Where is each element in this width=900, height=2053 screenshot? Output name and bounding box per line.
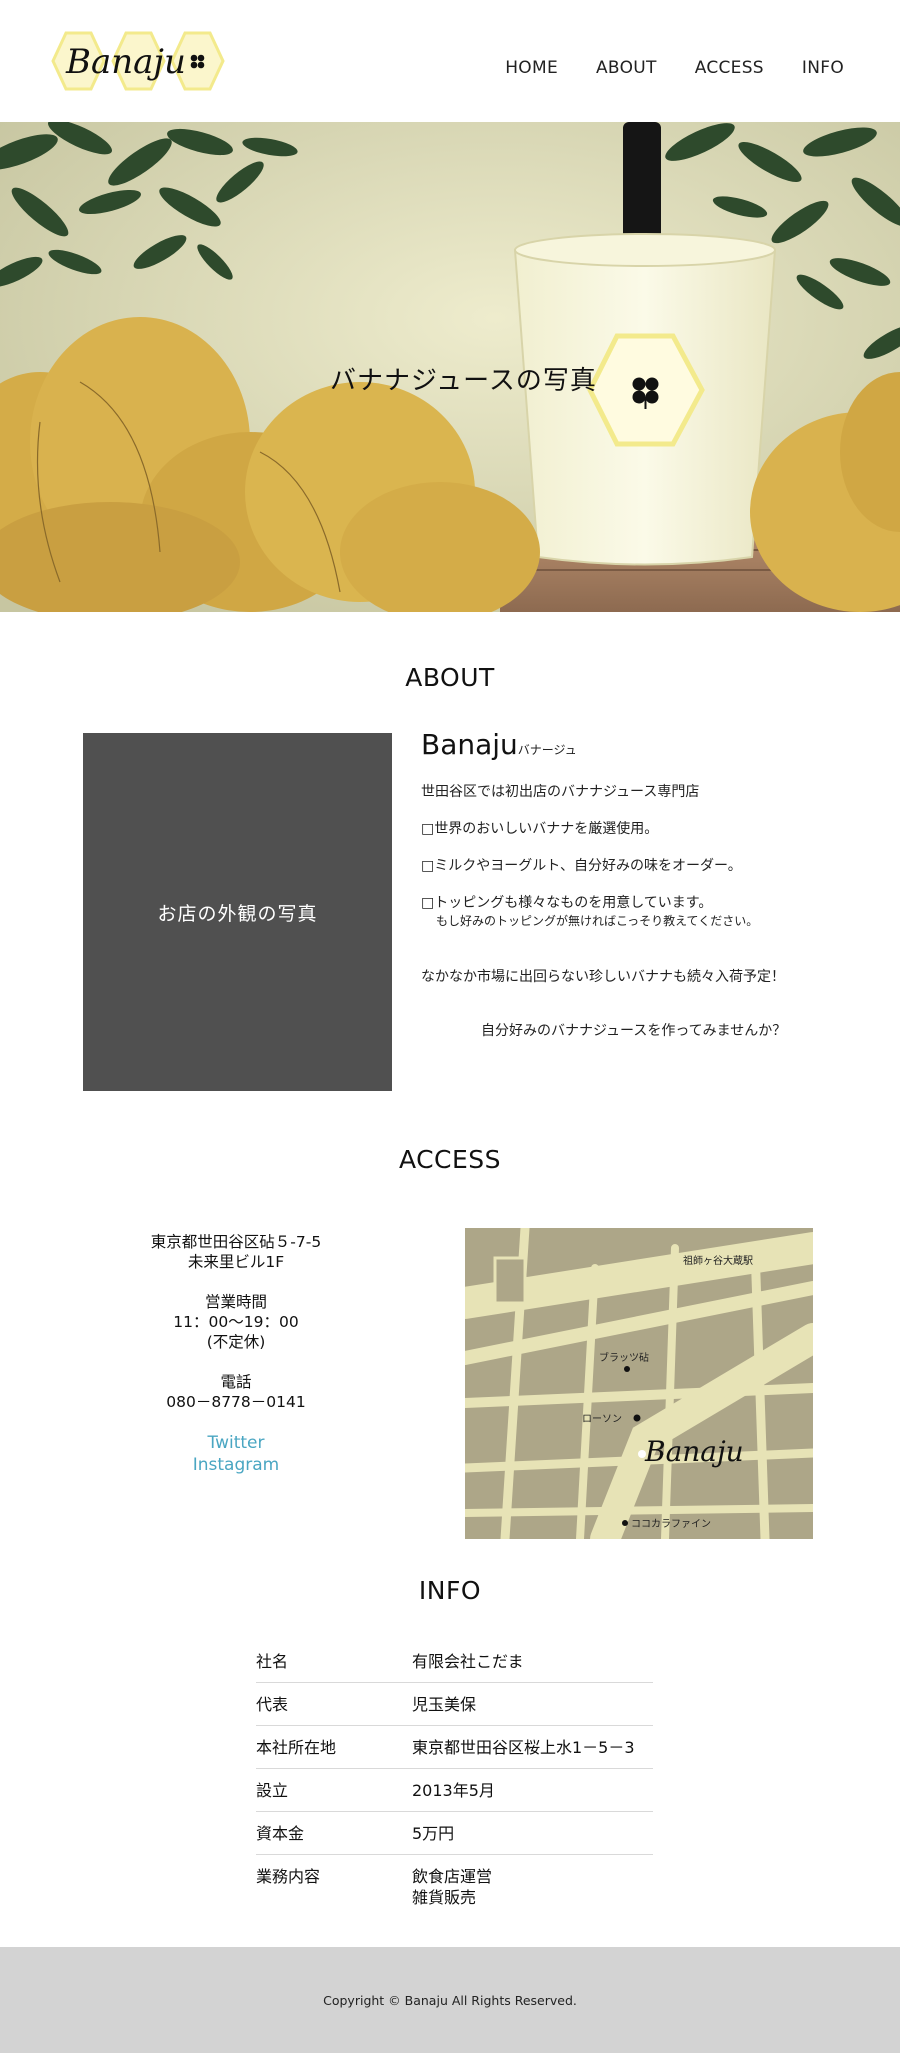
info-heading: INFO xyxy=(418,1576,482,1605)
info-label: 本社所在地 xyxy=(256,1738,337,1757)
about-line: 世田谷区では初出店のバナナジュース専門店 xyxy=(421,784,700,800)
about-line: □トッピングも様々なものを用意しています。 xyxy=(421,895,713,911)
nav-info-link[interactable]: INFO xyxy=(802,58,844,78)
nav-home-link[interactable]: HOME xyxy=(505,58,558,78)
about-line: なかなか市場に出回らない珍しいバナナも続々入荷予定！ xyxy=(421,969,785,985)
access-map[interactable]: 祖師ヶ谷大蔵駅 ブラッツ砧 ローソン Banaju ココカラファイン xyxy=(465,1228,813,1539)
about-note: もし好みのトッピングが無ければこっそり教えてください。 xyxy=(436,914,759,928)
table-row: 業務内容 飲食店運営 雑貨販売 xyxy=(256,1855,653,1918)
address-line: 未来里ビル1F xyxy=(187,1253,285,1271)
phone-label: 電話 xyxy=(220,1373,252,1391)
site-logo[interactable]: Banaju xyxy=(44,28,234,98)
phone-number: 080－8778－0141 xyxy=(166,1393,306,1411)
table-row: 本社所在地 東京都世田谷区桜上水1－5－3 xyxy=(256,1726,653,1769)
hours-label: 営業時間 xyxy=(204,1293,267,1311)
nav-access-link[interactable]: ACCESS xyxy=(695,58,764,78)
about-line: □ミルクやヨーグルト、自分好みの味をオーダー。 xyxy=(421,858,742,874)
twitter-link[interactable]: Twitter xyxy=(118,1432,354,1454)
site-header: Banaju HOME ABOUT ACCESS INFO xyxy=(0,0,900,122)
site-footer: Copyright © Banaju All Rights Reserved. xyxy=(0,1947,900,2053)
info-value-line: 飲食店運営 xyxy=(412,1867,493,1886)
info-value: 東京都世田谷区桜上水1－5－3 xyxy=(412,1738,635,1757)
instagram-link[interactable]: Instagram xyxy=(118,1454,354,1476)
about-brand: Banajuバナージュ xyxy=(421,728,577,761)
brand-name: Banaju xyxy=(421,728,518,761)
info-value: 有限会社こだま xyxy=(412,1652,524,1671)
hero-section: バナナジュースの写真 xyxy=(0,122,900,612)
company-info-table: 社名 有限会社こだま 代表 児玉美保 本社所在地 東京都世田谷区桜上水1－5－3… xyxy=(256,1640,653,1918)
map-illustration: 祖師ヶ谷大蔵駅 ブラッツ砧 ローソン Banaju ココカラファイン xyxy=(465,1228,813,1539)
map-label-landmark: ローソン xyxy=(582,1414,622,1425)
info-label: 代表 xyxy=(256,1695,289,1714)
copyright-text: Copyright © Banaju All Rights Reserved. xyxy=(323,1992,577,2008)
info-value: 児玉美保 xyxy=(412,1695,477,1714)
hours-note: (不定休) xyxy=(206,1333,266,1351)
hours-value: 11：00〜19：00 xyxy=(173,1313,299,1331)
main-nav: HOME ABOUT ACCESS INFO xyxy=(505,58,844,78)
about-heading: ABOUT xyxy=(405,663,495,692)
info-label: 設立 xyxy=(256,1781,289,1800)
table-row: 設立 2013年5月 xyxy=(256,1769,653,1812)
logo-text: Banaju xyxy=(65,42,186,82)
table-row: 資本金 5万円 xyxy=(256,1812,653,1855)
access-info: 東京都世田谷区砧５-7-5 未来里ビル1F 営業時間 11：00〜19：00 (… xyxy=(118,1232,354,1476)
about-line: □世界のおいしいバナナを厳選使用。 xyxy=(421,821,659,837)
info-value: 飲食店運営 雑貨販売 xyxy=(412,1866,653,1908)
map-shop-label: Banaju xyxy=(644,1435,744,1468)
table-row: 代表 児玉美保 xyxy=(256,1683,653,1726)
info-value: 2013年5月 xyxy=(412,1781,495,1800)
address-line: 東京都世田谷区砧５-7-5 xyxy=(150,1233,322,1251)
hero-caption: バナナジュースの写真 xyxy=(330,366,597,396)
info-label: 資本金 xyxy=(256,1824,305,1843)
info-label: 社名 xyxy=(256,1652,289,1671)
info-value-line: 雑貨販売 xyxy=(412,1888,477,1907)
table-row: 社名 有限会社こだま xyxy=(256,1640,653,1683)
logo-hexagons: Banaju xyxy=(51,31,225,91)
brand-kana: バナージュ xyxy=(517,743,577,757)
info-value: 5万円 xyxy=(412,1824,455,1843)
map-label-station: 祖師ヶ谷大蔵駅 xyxy=(683,1254,753,1267)
map-label-landmark: ココカラファイン xyxy=(631,1518,711,1530)
map-label-landmark: ブラッツ砧 xyxy=(599,1351,649,1364)
about-line: 自分好みのバナナジュースを作ってみませんか？ xyxy=(481,1023,787,1039)
access-heading: ACCESS xyxy=(398,1145,502,1174)
photo-placeholder-text: お店の外観の写真 xyxy=(157,902,318,925)
storefront-photo-placeholder: お店の外観の写真 xyxy=(83,733,392,1091)
info-label: 業務内容 xyxy=(256,1867,321,1886)
nav-about-link[interactable]: ABOUT xyxy=(596,58,657,78)
